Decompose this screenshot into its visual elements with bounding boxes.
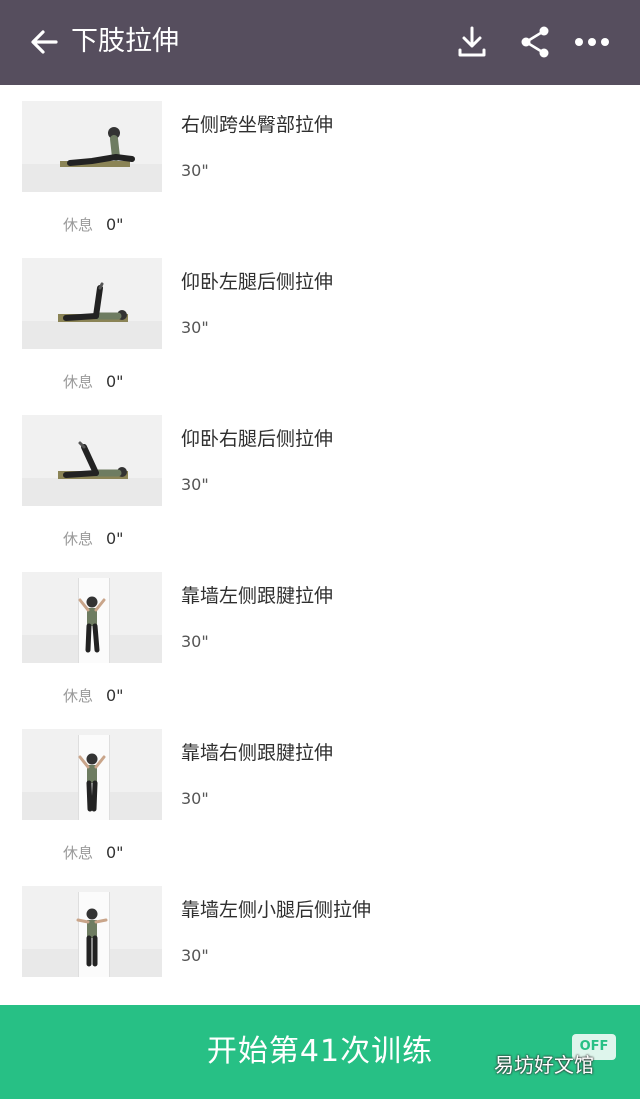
arrow-left-icon[interactable] <box>28 26 60 58</box>
wall-standing-figure <box>78 753 106 812</box>
list-item[interactable]: 靠墙左侧小腿后侧拉伸 30" <box>0 870 640 1005</box>
rest-label: 休息 <box>63 373 94 391</box>
exercise-thumbnail[interactable] <box>22 415 162 506</box>
download-icon[interactable] <box>455 24 489 60</box>
rest-value: 0" <box>106 372 124 391</box>
list-item[interactable]: 右侧跨坐臀部拉伸 30" 休息 0" <box>0 85 640 242</box>
exercise-name: 靠墙左侧跟腱拉伸 <box>181 585 334 607</box>
page-title: 下肢拉伸 <box>71 26 179 57</box>
exercise-name: 靠墙左侧小腿后侧拉伸 <box>181 899 372 921</box>
wall-standing-figure <box>78 596 106 653</box>
exercise-thumbnail[interactable] <box>22 101 162 192</box>
list-item[interactable]: 仰卧右腿后侧拉伸 30" 休息 0" <box>0 399 640 556</box>
rest-value: 0" <box>106 843 124 862</box>
more-icon[interactable] <box>573 24 609 60</box>
exercise-list[interactable]: 右侧跨坐臀部拉伸 30" 休息 0" 仰卧左腿后侧拉伸 30" 休息 0" 仰卧… <box>0 85 640 1005</box>
list-item[interactable]: 靠墙右侧跟腱拉伸 30" 休息 0" <box>0 713 640 870</box>
rest-value: 0" <box>106 529 124 548</box>
list-item[interactable]: 仰卧左腿后侧拉伸 30" 休息 0" <box>0 242 640 399</box>
supine-leg-raise-figure <box>58 441 128 479</box>
watermark: 易坊好文馆 <box>494 1053 594 1077</box>
sitting-split-figure <box>60 127 135 167</box>
exercise-duration: 30" <box>181 946 209 965</box>
rest-label: 休息 <box>63 530 94 548</box>
share-icon[interactable] <box>518 24 552 60</box>
rest-value: 0" <box>106 686 124 705</box>
exercise-name: 仰卧左腿后侧拉伸 <box>181 271 334 293</box>
supine-leg-raise-figure <box>58 282 128 322</box>
exercise-duration: 30" <box>181 475 209 494</box>
list-item[interactable]: 靠墙左侧跟腱拉伸 30" 休息 0" <box>0 556 640 713</box>
rest-label: 休息 <box>63 216 94 234</box>
exercise-name: 靠墙右侧跟腱拉伸 <box>181 742 334 764</box>
exercise-name: 右侧跨坐臀部拉伸 <box>181 114 334 136</box>
rest-value: 0" <box>106 215 124 234</box>
exercise-thumbnail[interactable] <box>22 886 162 977</box>
app-bar: 下肢拉伸 <box>0 0 640 85</box>
rest-label: 休息 <box>63 844 94 862</box>
exercise-duration: 30" <box>181 632 209 651</box>
exercise-thumbnail[interactable] <box>22 729 162 820</box>
exercise-duration: 30" <box>181 161 209 180</box>
exercise-thumbnail[interactable] <box>22 258 162 349</box>
rest-label: 休息 <box>63 687 94 705</box>
exercise-name: 仰卧右腿后侧拉伸 <box>181 428 334 450</box>
wall-standing-figure <box>76 908 108 967</box>
exercise-thumbnail[interactable] <box>22 572 162 663</box>
exercise-duration: 30" <box>181 789 209 808</box>
exercise-duration: 30" <box>181 318 209 337</box>
